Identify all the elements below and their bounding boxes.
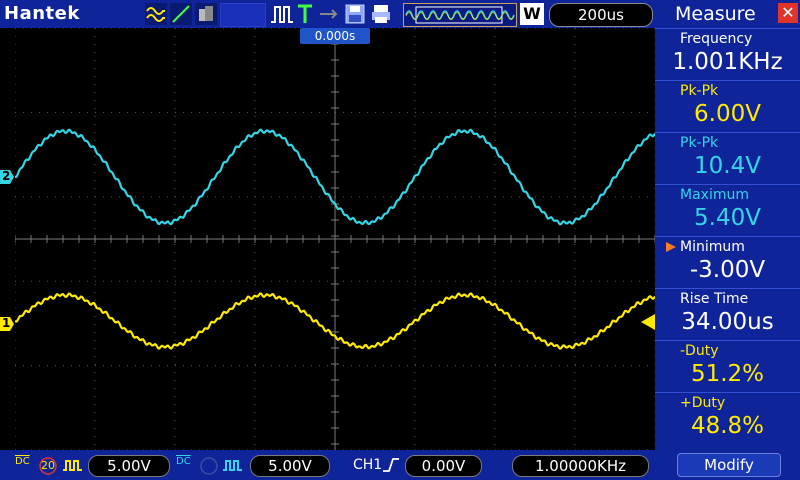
- print-icon[interactable]: [370, 3, 392, 25]
- ch1-coupling[interactable]: DC: [15, 456, 30, 467]
- status-bar: DC 20 5.00V DC 5.00V CH1 0.00V 1.00000KH…: [0, 450, 655, 480]
- measure-item-value: 51.2%: [690, 361, 765, 387]
- waveform-overview[interactable]: [403, 3, 517, 27]
- measure-item[interactable]: -Duty 51.2%: [655, 340, 800, 393]
- trigger-position-label[interactable]: 0.000s: [300, 28, 370, 44]
- measure-panel: Measure ✕ Frequency 1.001KHz Pk-Pk 6.00V Pk-…: [655, 0, 800, 480]
- measure-item-label: Maximum: [680, 187, 749, 203]
- ch2-invert-icon[interactable]: [222, 458, 244, 472]
- measure-item-value: 5.40V: [694, 205, 761, 231]
- measure-item-value: 1.001KHz: [672, 49, 783, 75]
- measure-item-label: Frequency: [680, 31, 753, 47]
- ch1-volts-div[interactable]: 5.00V: [88, 455, 170, 477]
- vector-mode-icon[interactable]: [170, 3, 192, 25]
- measure-item-label: +Duty: [680, 395, 726, 411]
- waveform-screen: [14, 27, 656, 451]
- timebase-display[interactable]: 200us: [549, 3, 653, 27]
- measure-item-value: 48.8%: [690, 413, 765, 439]
- display-mode-icon[interactable]: [145, 3, 167, 25]
- ch1-bandwidth-label: 20: [41, 459, 55, 472]
- measure-item[interactable]: Maximum 5.40V: [655, 184, 800, 237]
- measure-item[interactable]: Pk-Pk 10.4V: [655, 132, 800, 185]
- save-icon[interactable]: [344, 3, 366, 25]
- measure-title: Measure: [675, 3, 756, 25]
- trigger-level-marker-icon[interactable]: [641, 314, 655, 330]
- measure-item-label: Pk-Pk: [680, 83, 719, 99]
- ch2-marker-label: 2: [2, 169, 11, 183]
- window-zoom-button[interactable]: W: [520, 3, 544, 25]
- measure-item[interactable]: +Duty 48.8%: [655, 392, 800, 445]
- measure-item-value: 10.4V: [694, 153, 761, 179]
- run-stop-icon[interactable]: [270, 3, 294, 25]
- measure-item-value: 6.00V: [694, 101, 761, 127]
- persistence-icon[interactable]: [195, 3, 217, 25]
- measure-item-label: Minimum: [680, 239, 745, 255]
- measure-item-value: -3.00V: [689, 257, 766, 283]
- waveform-overview-icon: [405, 6, 515, 24]
- brand-logo: Hantek: [4, 3, 80, 24]
- trigger-frequency: 1.00000KHz: [512, 455, 649, 477]
- ch2-volts-div[interactable]: 5.00V: [250, 455, 330, 477]
- ch1-invert-icon[interactable]: [62, 458, 84, 472]
- top-toolbar: Hantek W 200us: [0, 0, 655, 28]
- measure-item[interactable]: Rise Time 34.00us: [655, 288, 800, 341]
- measure-item-label: Pk-Pk: [680, 135, 719, 151]
- ch2-coupling[interactable]: DC: [176, 456, 191, 467]
- trigger-source[interactable]: CH1: [353, 457, 382, 473]
- modify-button[interactable]: Modify: [677, 453, 781, 477]
- usb-icon: [320, 9, 338, 19]
- measure-item-value: 34.00us: [681, 309, 774, 335]
- measure-item[interactable]: Frequency 1.001KHz: [655, 28, 800, 81]
- graticule: [14, 27, 656, 451]
- status-blank-box: [220, 3, 266, 27]
- trigger-status-icon: [298, 4, 312, 23]
- measure-item-label: -Duty: [680, 343, 719, 359]
- close-icon[interactable]: ✕: [778, 3, 798, 23]
- ch2-bandwidth-limit-icon[interactable]: [199, 456, 219, 476]
- trigger-level[interactable]: 0.00V: [405, 455, 482, 477]
- measure-item-label: Rise Time: [680, 291, 749, 307]
- rising-edge-icon[interactable]: [382, 457, 400, 473]
- measure-header: Measure ✕: [655, 0, 800, 28]
- ch1-marker-label: 1: [2, 316, 11, 330]
- measure-item[interactable]: Minimum -3.00V: [655, 236, 800, 289]
- selected-arrow-icon: [666, 242, 676, 252]
- measure-item[interactable]: Pk-Pk 6.00V: [655, 80, 800, 133]
